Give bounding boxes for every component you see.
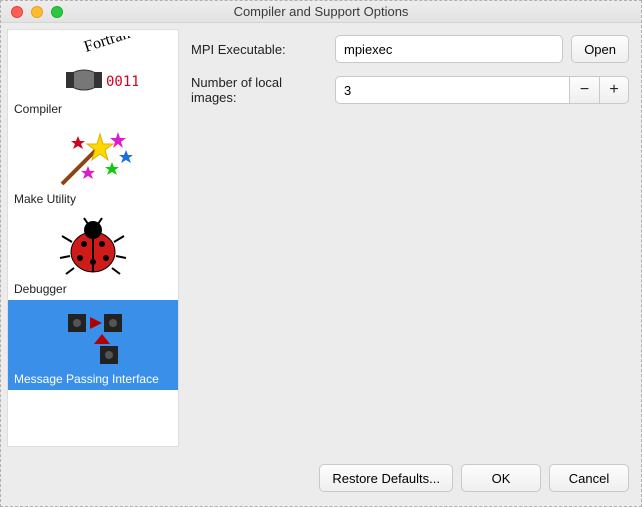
- sidebar-item-mpi[interactable]: Message Passing Interface: [8, 300, 178, 390]
- mpi-icon: [12, 306, 174, 370]
- content-area: Fortran 0011 Compiler: [1, 23, 641, 453]
- open-button[interactable]: Open: [571, 35, 629, 63]
- mpi-executable-row: MPI Executable: Open: [191, 35, 629, 63]
- sidebar-item-compiler[interactable]: Fortran 0011 Compiler: [8, 30, 178, 120]
- compiler-icon: Fortran 0011: [12, 36, 174, 100]
- svg-text:0011: 0011: [106, 74, 138, 90]
- window-title: Compiler and Support Options: [1, 4, 641, 19]
- sidebar-item-label: Make Utility: [12, 190, 174, 206]
- sidebar: Fortran 0011 Compiler: [7, 29, 179, 447]
- window: Compiler and Support Options Fortran 001…: [0, 0, 642, 507]
- svg-text:Fortran: Fortran: [82, 36, 132, 56]
- local-images-label: Number of local images:: [191, 75, 327, 105]
- sidebar-item-label: Debugger: [12, 280, 174, 296]
- sidebar-item-debugger[interactable]: Debugger: [8, 210, 178, 300]
- local-images-row: Number of local images: − +: [191, 75, 629, 105]
- ladybug-icon: [12, 216, 174, 280]
- sidebar-item-make-utility[interactable]: Make Utility: [8, 120, 178, 210]
- magic-wand-icon: [12, 126, 174, 190]
- local-images-input[interactable]: [335, 76, 569, 104]
- ok-button[interactable]: OK: [461, 464, 541, 492]
- cancel-button[interactable]: Cancel: [549, 464, 629, 492]
- titlebar: Compiler and Support Options: [1, 1, 641, 23]
- mpi-executable-input[interactable]: [335, 35, 563, 63]
- decrement-button[interactable]: −: [569, 76, 599, 104]
- sidebar-item-label: Compiler: [12, 100, 174, 116]
- mpi-executable-label: MPI Executable:: [191, 42, 327, 57]
- increment-button[interactable]: +: [599, 76, 629, 104]
- minus-icon: −: [580, 82, 589, 98]
- restore-defaults-button[interactable]: Restore Defaults...: [319, 464, 453, 492]
- footer: Restore Defaults... OK Cancel: [1, 453, 641, 506]
- sidebar-item-label: Message Passing Interface: [12, 370, 174, 386]
- plus-icon: +: [609, 82, 618, 98]
- main-panel: MPI Executable: Open Number of local ima…: [179, 23, 641, 453]
- local-images-stepper: − +: [335, 76, 629, 104]
